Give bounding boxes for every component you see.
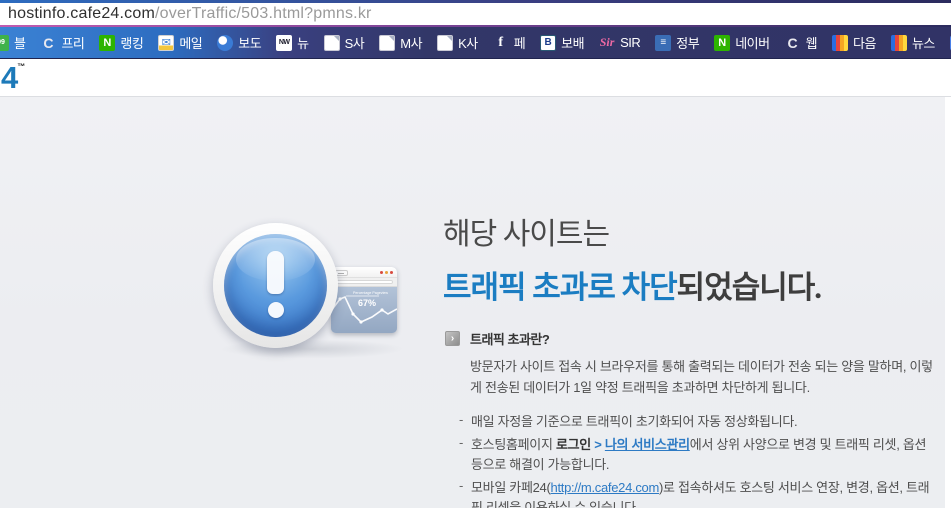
login-label: 로그인 [556,437,591,452]
error-page-content: Percentage Pageview 67% 해당 사이트는 트래픽 초과로 … [0,96,951,508]
bookmark-item[interactable]: 뉴스 [891,33,935,52]
url-bar: hostinfo.cafe24.com/overTraffic/503.html… [0,0,951,27]
mini-window-toolbar [331,278,397,287]
info-bullet-list: 매일 자정을 기준으로 트래픽이 초기화되어 자동 정상화됩니다. 호스팅홈페이… [459,412,937,508]
bookmark-item[interactable]: 네이버 [714,33,769,52]
bookmark-item[interactable]: 보도 [217,33,261,52]
naver-icon [714,35,730,51]
title-rest: 되었습니다. [677,270,821,305]
icon-shadow [217,339,407,359]
exclamation-icon [224,234,327,337]
bookmark-item[interactable]: SIR [599,35,640,51]
title-highlight: 트래픽 초과로 차단 [443,270,677,305]
bookmark-label: SIR [620,35,640,50]
b-icon [540,35,556,51]
bookmark-label: 블 [14,33,25,52]
bookmark-label: 보배 [561,33,584,52]
bookmark-label: K사 [458,33,478,52]
url-domain: hostinfo.cafe24.com [8,5,155,22]
url-path: /overTraffic/503.html?pmns.kr [155,5,372,22]
c-icon [40,35,56,51]
naver-icon [99,35,115,51]
gov-icon [655,35,671,51]
bookmark-label: 뉴스 [912,33,935,52]
bookmark-item[interactable]: 프리 [40,33,84,52]
bookmark-label: 웹 [806,33,817,52]
traffic-blocked-illustration: Percentage Pageview 67% [213,223,413,368]
traffic-chart-svg: Percentage Pageview 67% [331,287,397,333]
bookmark-item[interactable]: 뉴 [276,33,308,52]
daum-icon [891,35,907,51]
page-title: 해당 사이트는 트래픽 초과로 차단되었습니다. [443,209,821,307]
info-section-title: 트래픽 초과란? [470,329,549,348]
bookmark-item[interactable]: 블 [0,33,25,52]
red-dot-icon [390,271,393,274]
cafe24-logo[interactable]: 4™ [1,62,24,93]
info-title-row: › 트래픽 초과란? [445,329,935,348]
chevron-right-icon: › [445,331,460,346]
yellow-dot-icon [385,271,388,274]
bookmark-label: S사 [345,33,365,52]
mini-window-titlebar [331,267,397,278]
bookmark-label: 다음 [853,33,876,52]
title-line1: 해당 사이트는 [443,209,821,253]
alert-circle-icon [213,223,338,348]
bookmark-item[interactable]: S사 [324,33,365,52]
bullet-login-info: 호스팅홈페이지 로그인 > 나의 서비스관리에서 상위 사양으로 변경 및 트래… [459,435,937,475]
bookmark-item[interactable]: 메일 [158,33,202,52]
c-icon [785,35,801,51]
facebook-icon [493,35,509,51]
traffic-chart: Percentage Pageview 67% [331,287,397,333]
chart-value: 67% [358,298,376,308]
press-icon [217,35,233,51]
bookmark-item[interactable]: K사 [437,33,478,52]
chart-label: Percentage Pageview [353,291,388,295]
bookmark-label: 메일 [179,33,202,52]
browser-window-icon: Percentage Pageview 67% [331,267,397,333]
bookmark-item[interactable]: 웹 [785,33,817,52]
file-icon [437,35,453,51]
my-service-link[interactable]: 나의 서비스관리 [605,437,690,452]
bullet-mobile-info: 모바일 카페24(http://m.cafe24.com)로 접속하셔도 호스팅… [459,478,937,508]
info-description: 방문자가 사이트 접속 시 브라우저를 통해 출력되는 데이터가 전송 되는 양… [470,356,935,398]
file-icon [379,35,395,51]
address-input[interactable]: hostinfo.cafe24.com/overTraffic/503.html… [0,3,951,23]
nw-icon [276,35,292,51]
bookmark-item[interactable]: 페 [493,33,525,52]
bookmarks-bar: 블 프리 랭킹 메일 보도 뉴 S사 M사 K사 페 보배 [0,27,951,59]
bookmark-label: 네이버 [735,33,769,52]
mini-window-buttons [380,271,393,274]
bookmark-label: 정부 [676,33,699,52]
mini-address-bar [335,280,393,284]
logo-trademark: ™ [17,62,24,71]
bookmark-label: 페 [514,33,525,52]
bookmark-item[interactable]: 정부 [655,33,699,52]
bookmark-label: 보도 [238,33,261,52]
logo-text: 4 [1,60,17,95]
daum-icon [832,35,848,51]
bullet-reset-info: 매일 자정을 기준으로 트래픽이 초기화되어 자동 정상화됩니다. [459,412,937,432]
page-header: 4™ [0,59,951,96]
title-line2: 트래픽 초과로 차단되었습니다. [443,262,821,307]
bookmark-item[interactable]: 다음 [832,33,876,52]
info-section: › 트래픽 초과란? 방문자가 사이트 접속 시 브라우저를 통해 출력되는 데… [445,329,935,508]
bookmark-label: 랭킹 [120,33,143,52]
bookmark-item[interactable]: 랭킹 [99,33,143,52]
file-icon [324,35,340,51]
mail-icon [158,35,174,51]
bookmark-item[interactable]: 보배 [540,33,584,52]
mobile-cafe24-link[interactable]: http://m.cafe24.com [551,480,659,495]
bookmark-item[interactable]: M사 [379,33,422,52]
url-bar-border [0,25,951,27]
scrollbar-track[interactable] [945,97,951,508]
bookmark-label: 프리 [61,33,84,52]
bookmark-label: M사 [400,33,422,52]
sir-icon [599,35,615,51]
blog-icon [0,35,9,51]
red-dot-icon [380,271,383,274]
bookmark-label: 뉴 [297,33,308,52]
